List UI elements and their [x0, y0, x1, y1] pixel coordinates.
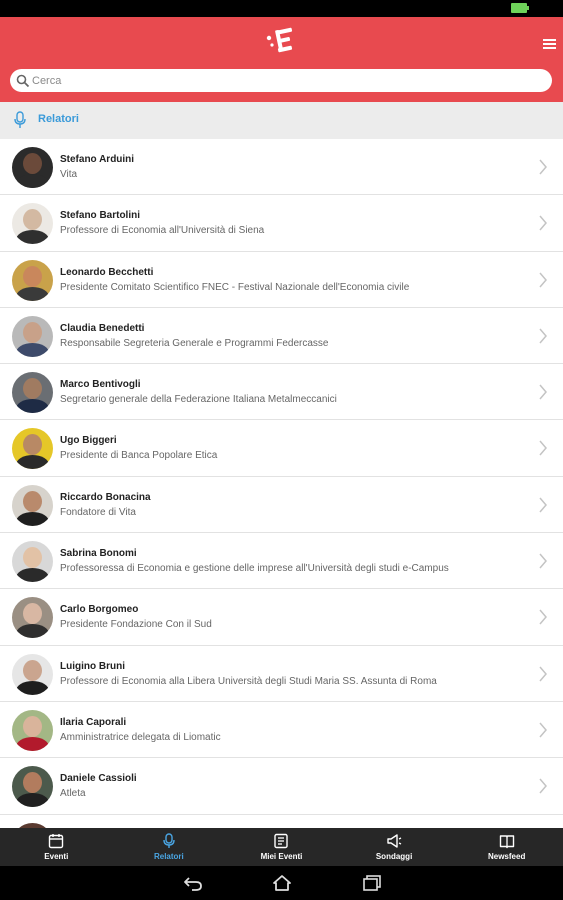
- chevron-right-icon: [539, 553, 547, 569]
- chevron-right-icon: [539, 328, 547, 344]
- speaker-role: Vita: [60, 169, 78, 180]
- speaker-name: Daniele Cassioli: [60, 773, 137, 785]
- speaker-row[interactable]: Claudia Benedetti Responsabile Segreteria…: [0, 308, 563, 365]
- bookmark-list-icon: [274, 833, 289, 849]
- chevron-right-icon: [539, 215, 547, 231]
- speaker-role: Amministratrice delegata di Liomatic: [60, 731, 221, 743]
- home-icon[interactable]: [272, 874, 292, 892]
- microphone-icon: [163, 833, 175, 848]
- tab-label: Eventi: [44, 852, 69, 861]
- avatar: [12, 484, 53, 526]
- system-navigation-bar: [0, 866, 563, 900]
- microphone-icon: [14, 111, 26, 128]
- chevron-right-icon: [539, 666, 547, 682]
- tab-eventi[interactable]: Eventi: [0, 828, 113, 866]
- avatar: [12, 597, 53, 639]
- speaker-role: Segretario generale della Federazione It…: [60, 394, 337, 406]
- speaker-name: Stefano Arduini: [60, 154, 135, 165]
- speaker-name: Ilaria Caporali: [60, 716, 127, 728]
- megaphone-icon: [387, 834, 402, 848]
- speaker-role: Responsabile Segreteria Generale e Progr…: [60, 337, 329, 349]
- speaker-row[interactable]: Sabrina Bonomi Professoressa di Economia …: [0, 533, 563, 590]
- speaker-name: Luigino Bruni: [60, 660, 125, 672]
- chevron-right-icon: [539, 440, 547, 456]
- speaker-role: Presidente Comitato Scientifico FNEC - F…: [60, 281, 410, 293]
- app-header: [0, 17, 563, 102]
- search-input[interactable]: [32, 69, 542, 92]
- section-header: Relatori: [0, 102, 563, 139]
- speaker-name: Ugo Biggeri: [60, 435, 117, 447]
- avatar: [12, 766, 53, 808]
- speaker-role: Presidente Fondazione Con il Sud: [60, 619, 212, 631]
- speaker-role: Professore di Economia alla Libera Unive…: [60, 675, 437, 687]
- speaker-role: Fondatore di Vita: [60, 506, 136, 518]
- chevron-right-icon: [539, 778, 547, 794]
- speaker-row[interactable]: [0, 815, 563, 828]
- section-title: Relatori: [38, 113, 79, 125]
- tab-label: Sondaggi: [375, 852, 413, 861]
- speaker-row[interactable]: Leonardo Becchetti Presidente Comitato Sc…: [0, 252, 563, 308]
- calendar-icon: [49, 834, 64, 849]
- avatar: [12, 653, 53, 695]
- speaker-row[interactable]: Marco Bentivogli Segretario generale dell…: [0, 364, 563, 421]
- hamburger-menu-icon[interactable]: [543, 39, 556, 50]
- chevron-right-icon: [539, 159, 547, 175]
- search-bar[interactable]: [10, 69, 552, 92]
- tab-newsfeed[interactable]: Newsfeed: [450, 828, 563, 866]
- speaker-role: Professoressa di Economia e gestione del…: [60, 563, 449, 575]
- chevron-right-icon: [539, 384, 547, 400]
- speaker-row[interactable]: Stefano Bartolini Professore di Economia …: [0, 195, 563, 252]
- chevron-right-icon: [539, 272, 547, 288]
- speaker-name: Sabrina Bonomi: [60, 548, 137, 560]
- speaker-role: Atleta: [60, 788, 86, 800]
- tab-label: Relatori: [153, 852, 184, 861]
- speaker-name: Claudia Benedetti: [60, 322, 145, 334]
- avatar: [12, 541, 53, 583]
- speakers-list[interactable]: Stefano Arduini Vita Stefano Bartolini Prof…: [0, 139, 563, 828]
- back-icon[interactable]: [183, 874, 203, 892]
- avatar: [12, 709, 53, 751]
- avatar: [12, 428, 53, 470]
- speaker-row[interactable]: Luigino Bruni Professore di Economia alla…: [0, 646, 563, 702]
- avatar: [12, 372, 53, 414]
- avatar: [12, 147, 53, 188]
- speaker-name: Riccardo Bonacina: [60, 491, 151, 503]
- speaker-row[interactable]: Riccardo Bonacina Fondatore di Vita: [0, 477, 563, 534]
- chevron-right-icon: [539, 609, 547, 625]
- book-icon: [499, 835, 514, 849]
- avatar: [12, 315, 53, 357]
- recent-apps-icon[interactable]: [362, 874, 382, 892]
- speaker-row[interactable]: Ugo Biggeri Presidente di Banca Popolare …: [0, 420, 563, 477]
- avatar: [12, 259, 53, 301]
- speaker-row[interactable]: Ilaria Caporali Amministratrice delegata …: [0, 702, 563, 759]
- speaker-role: Presidente di Banca Popolare Etica: [60, 450, 218, 462]
- speaker-row[interactable]: Carlo Borgomeo Presidente Fondazione Con …: [0, 589, 563, 646]
- tab-relatori[interactable]: Relatori: [113, 828, 226, 866]
- speaker-name: Marco Bentivogli: [60, 379, 141, 391]
- battery-icon: [511, 3, 529, 13]
- tab-label: Miei Eventi: [260, 852, 303, 861]
- app-logo-icon: [266, 27, 293, 53]
- speaker-row[interactable]: Stefano Arduini Vita: [0, 139, 563, 196]
- speaker-name: Leonardo Becchetti: [60, 266, 154, 278]
- status-bar: [0, 0, 563, 17]
- tab-label: Newsfeed: [487, 852, 526, 861]
- avatar: [12, 203, 53, 245]
- speaker-name: Stefano Bartolini: [60, 210, 141, 222]
- bottom-tab-bar: Eventi Relatori Miei Eventi Sondaggi New…: [0, 828, 563, 866]
- speaker-role: Professore di Economia all'Università di…: [60, 225, 265, 237]
- chevron-right-icon: [539, 497, 547, 513]
- tab-miei-eventi[interactable]: Miei Eventi: [225, 828, 338, 866]
- chevron-right-icon: [539, 722, 547, 738]
- speaker-row[interactable]: Daniele Cassioli Atleta: [0, 758, 563, 815]
- speaker-name: Carlo Borgomeo: [60, 604, 139, 616]
- tab-sondaggi[interactable]: Sondaggi: [338, 828, 451, 866]
- search-icon: [16, 74, 30, 88]
